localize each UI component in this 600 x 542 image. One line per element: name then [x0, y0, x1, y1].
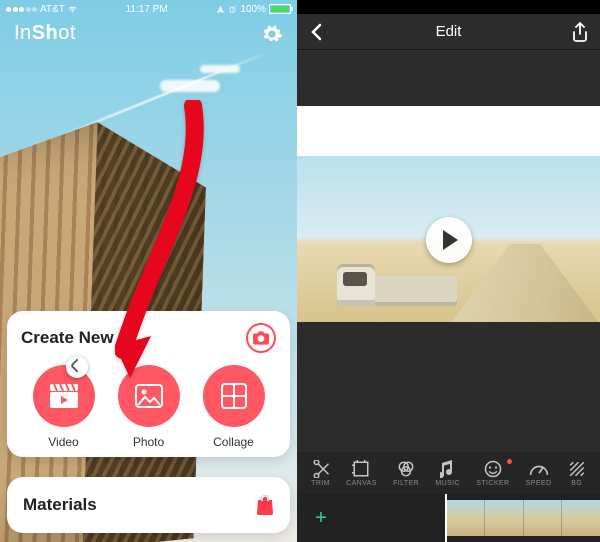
edit-toolbar: TRIM CANVAS FILTER MUSIC STICKER SPEED B…: [297, 452, 600, 494]
edit-header: Edit: [297, 14, 600, 50]
battery-icon: [269, 4, 291, 14]
create-video-button[interactable]: Video: [33, 365, 95, 449]
tool-filter[interactable]: FILTER: [393, 460, 419, 487]
tool-trim[interactable]: TRIM: [311, 460, 330, 487]
action-label: Collage: [213, 435, 254, 449]
app-header: InShot: [0, 22, 297, 45]
settings-button[interactable]: [261, 23, 283, 45]
edit-screen: Edit TRIM CANVAS FILTER: [297, 0, 600, 542]
speed-icon: [529, 460, 549, 478]
filter-icon: [397, 460, 415, 478]
clip-track[interactable]: [445, 500, 600, 536]
sticker-icon: [484, 460, 502, 478]
background-photo: [0, 0, 297, 542]
tool-speed[interactable]: SPEED: [526, 460, 552, 487]
camera-button[interactable]: [246, 323, 276, 353]
home-screen: AT&T 11:17 PM 100% InShot Create New: [0, 0, 297, 542]
play-button[interactable]: [426, 217, 472, 263]
app-logo: InShot: [14, 22, 76, 45]
tool-bg[interactable]: BG: [568, 460, 586, 487]
status-bar: [297, 0, 600, 14]
alarm-icon: [228, 5, 237, 14]
canvas-icon: [352, 460, 370, 478]
back-button[interactable]: [309, 23, 323, 41]
image-icon: [135, 384, 163, 408]
clock: 11:17 PM: [126, 4, 168, 15]
tool-sticker[interactable]: STICKER: [476, 460, 509, 487]
video-preview[interactable]: [297, 156, 600, 324]
share-button[interactable]: [572, 22, 588, 42]
share-icon: [572, 22, 588, 42]
chevron-left-icon: [309, 23, 323, 41]
scissors-icon: [312, 460, 330, 478]
status-bar: AT&T 11:17 PM 100%: [0, 0, 297, 18]
action-label: Photo: [133, 435, 164, 449]
notification-dot-icon: [507, 459, 512, 464]
tool-canvas[interactable]: CANVAS: [346, 460, 377, 487]
gear-icon: [261, 23, 283, 45]
tool-music[interactable]: MUSIC: [435, 460, 460, 487]
location-icon: [216, 5, 225, 14]
create-photo-button[interactable]: Photo: [118, 365, 180, 449]
create-title: Create New: [21, 328, 114, 348]
materials-card[interactable]: Materials: [7, 477, 290, 533]
timeline[interactable]: + TOTAL 0:00: [297, 494, 600, 542]
tap-indicator-icon: [66, 356, 88, 378]
signal-strength-icon: [6, 7, 37, 12]
create-collage-button[interactable]: Collage: [203, 365, 265, 449]
playhead[interactable]: [445, 494, 447, 542]
action-label: Video: [48, 435, 78, 449]
clapperboard-icon: [49, 383, 79, 409]
create-new-card: Create New Video: [7, 311, 290, 457]
bg-icon: [568, 460, 586, 478]
carrier-label: AT&T: [40, 4, 65, 15]
battery-percent: 100%: [240, 4, 266, 15]
music-icon: [440, 460, 456, 478]
page-title: Edit: [297, 23, 600, 40]
collage-icon: [221, 383, 247, 409]
camera-icon: [253, 331, 269, 345]
shop-icon: [256, 495, 274, 515]
wifi-icon: [68, 5, 77, 14]
canvas-area: [297, 50, 600, 452]
add-clip-button[interactable]: +: [305, 502, 337, 534]
materials-title: Materials: [23, 495, 97, 515]
